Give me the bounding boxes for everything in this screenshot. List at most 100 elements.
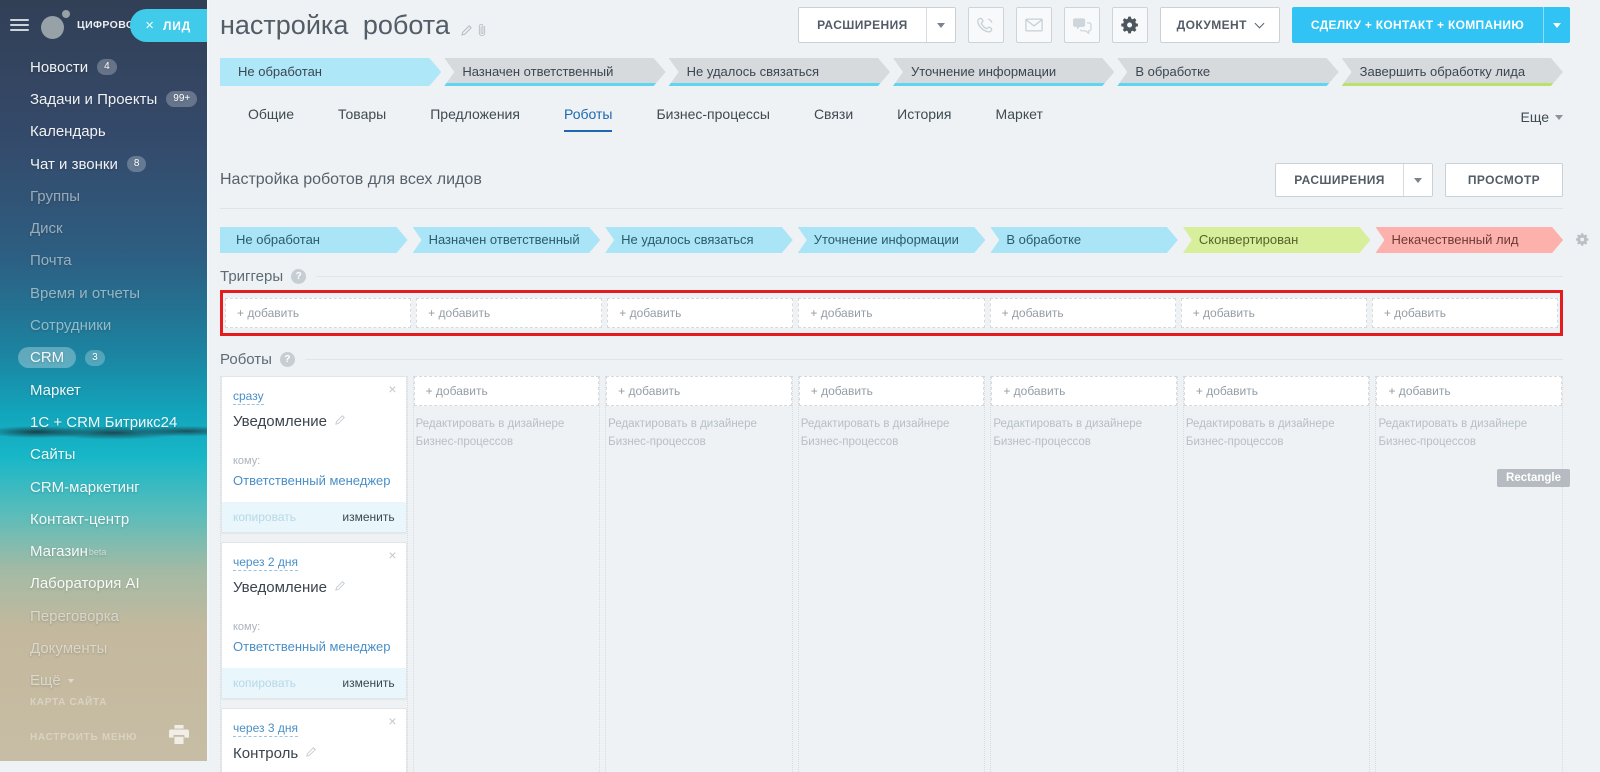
sidebar-item-groups[interactable]: Группы [0,180,207,212]
trigger-add-button[interactable]: + добавить [225,298,411,328]
paperclip-icon[interactable] [477,13,487,44]
designer-hint[interactable]: Редактировать в дизайнере Бизнес-процесс… [1184,416,1370,452]
trigger-add-button[interactable]: + добавить [416,298,602,328]
robot-add-button[interactable]: + добавить [1184,376,1370,406]
sidebar-item-1c-bitrix24[interactable]: 1С + CRM Битрикс24 [0,406,207,438]
column-junk-lead[interactable]: Некачественный лид [1375,227,1563,253]
copy-link[interactable]: копировать [233,676,296,690]
column-assigned[interactable]: Назначен ответственный [413,227,601,253]
chat-button[interactable] [1064,7,1100,43]
robot-schedule-link[interactable]: через 2 дня [233,555,298,571]
edit-title-icon[interactable] [460,13,473,44]
tab-products[interactable]: Товары [338,102,386,132]
extensions-caret[interactable] [926,8,955,42]
tab-links[interactable]: Связи [814,102,853,132]
robot-card[interactable]: × через 3 дня Контроль кому: [221,708,407,772]
designer-hint[interactable]: Редактировать в дизайнере Бизнес-процесс… [1376,416,1562,452]
trigger-add-button[interactable]: + добавить [607,298,793,328]
sitemap-link[interactable]: КАРТА САЙТА [30,697,197,708]
robot-add-button[interactable]: + добавить [799,376,985,406]
designer-hint[interactable]: Редактировать в дизайнере Бизнес-процесс… [606,416,792,452]
designer-hint[interactable]: Редактировать в дизайнере Бизнес-процесс… [414,416,600,452]
tab-business-processes[interactable]: Бизнес-процессы [656,102,769,132]
edit-link[interactable]: изменить [342,510,394,524]
tab-history[interactable]: История [897,102,951,132]
sidebar-item-meeting-room[interactable]: Переговорка [0,600,207,632]
sidebar-item-market[interactable]: Маркет [0,374,207,406]
trigger-add-button[interactable]: + добавить [798,298,984,328]
sidebar-item-calendar[interactable]: Календарь [0,116,207,148]
email-button[interactable] [1016,7,1052,43]
tab-robots[interactable]: Роботы [564,102,612,132]
stage-clarify-info[interactable]: Уточнение информации [893,58,1114,86]
sidebar-item-contact-center[interactable]: Контакт-центр [0,503,207,535]
sidebar-item-shop[interactable]: Магазинbeta [0,535,207,567]
robot-schedule-link[interactable]: сразу [233,389,264,405]
recipient-link[interactable]: Ответственный менеджер [233,473,395,488]
sidebar-item-sites[interactable]: Сайты [0,439,207,471]
sidebar-item-employees[interactable]: Сотрудники [0,309,207,341]
close-icon[interactable]: × [388,714,396,728]
sidebar-item-crm-marketing[interactable]: CRM-маркетинг [0,471,207,503]
stage-cannot-contact[interactable]: Не удалось связаться [669,58,890,86]
sidebar-item-drive[interactable]: Диск [0,212,207,244]
phone-button[interactable] [968,7,1004,43]
trigger-add-button[interactable]: + добавить [1372,298,1558,328]
printer-icon[interactable] [169,725,189,749]
trigger-add-button[interactable]: + добавить [990,298,1176,328]
sidebar-item-time-reports[interactable]: Время и отчеты [0,277,207,309]
stage-in-progress[interactable]: В обработке [1117,58,1338,86]
create-button-caret[interactable] [1543,7,1570,43]
extensions-button[interactable]: РАСШИРЕНИЯ [798,7,956,43]
trigger-add-button[interactable]: + добавить [1181,298,1367,328]
company-logo[interactable] [41,10,71,40]
tab-quotes[interactable]: Предложения [430,102,520,132]
panel-extensions-caret[interactable] [1403,164,1432,196]
robot-card[interactable]: × сразу Уведомление кому: Ответственный … [221,376,407,533]
view-button[interactable]: ПРОСМОТР [1445,163,1563,197]
recipient-link[interactable]: Ответственный менеджер [233,639,395,654]
edit-link[interactable]: изменить [342,676,394,690]
panel-extensions-button[interactable]: РАСШИРЕНИЯ [1275,163,1433,197]
column-in-progress[interactable]: В обработке [990,227,1178,253]
sidebar-item-chat-calls[interactable]: Чат и звонки8 [0,148,207,180]
column-not-processed[interactable]: Не обработан [220,227,408,253]
robot-add-button[interactable]: + добавить [1376,376,1562,406]
designer-hint[interactable]: Редактировать в дизайнере Бизнес-процесс… [991,416,1177,452]
stage-assigned[interactable]: Назначен ответственный [444,58,665,86]
close-icon[interactable]: × [145,18,154,33]
sidebar-item-documents[interactable]: Документы [0,632,207,664]
tab-general[interactable]: Общие [248,102,294,132]
copy-link[interactable]: копировать [233,510,296,524]
tab-more[interactable]: Еще [1521,109,1564,125]
menu-toggle-icon[interactable] [10,19,29,31]
robot-add-button[interactable]: + добавить [991,376,1177,406]
edit-pencil-icon[interactable] [305,745,317,762]
robot-schedule-link[interactable]: через 3 дня [233,721,298,737]
sidebar-item-mail[interactable]: Почта [0,245,207,277]
column-cannot-contact[interactable]: Не удалось связаться [605,227,793,253]
document-button[interactable]: ДОКУМЕНТ [1160,7,1280,43]
robot-add-button[interactable]: + добавить [606,376,792,406]
sidebar-item-ai-lab[interactable]: Лаборатория AI [0,568,207,600]
sidebar-item-tasks[interactable]: Задачи и Проекты99+ [0,83,207,115]
help-icon[interactable]: ? [280,352,295,367]
robot-card[interactable]: × через 2 дня Уведомление кому: Ответств… [221,542,407,699]
designer-hint[interactable]: Редактировать в дизайнере Бизнес-процесс… [799,416,985,452]
close-icon[interactable]: × [388,382,396,396]
robot-add-button[interactable]: + добавить [414,376,600,406]
create-deal-contact-company-button[interactable]: СДЕЛКУ + КОНТАКТ + КОМПАНИЮ [1292,7,1570,43]
edit-pencil-icon[interactable] [334,579,346,596]
close-icon[interactable]: × [388,548,396,562]
sidebar-item-news[interactable]: Новости4 [0,51,207,83]
menu-settings-link[interactable]: НАСТРОИТЬ МЕНЮ [30,732,169,743]
help-icon[interactable]: ? [291,269,306,284]
board-settings-gear-icon[interactable] [1575,232,1590,252]
sidebar-item-crm[interactable]: CRM3 [0,342,207,374]
lead-entity-tab[interactable]: × ЛИД [130,9,207,42]
column-clarify-info[interactable]: Уточнение информации [798,227,986,253]
settings-gear-button[interactable] [1112,7,1148,43]
sidebar-item-more[interactable]: Ещё [0,665,207,697]
edit-pencil-icon[interactable] [334,413,346,430]
tab-market[interactable]: Маркет [995,102,1042,132]
